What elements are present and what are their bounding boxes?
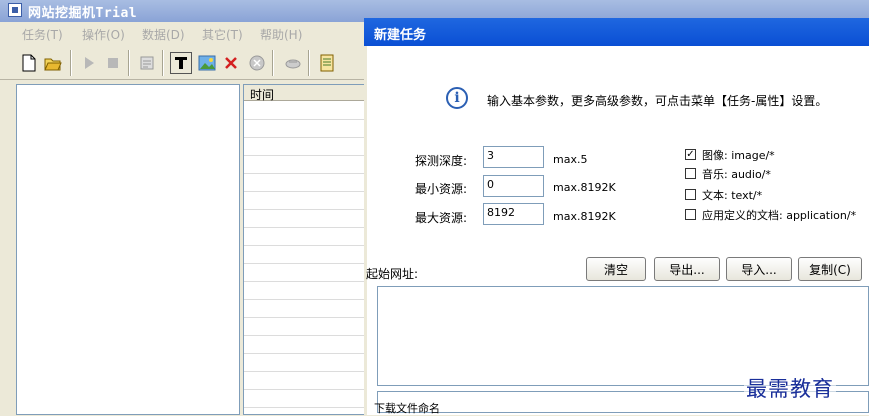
play-icon[interactable] <box>78 52 100 74</box>
info-text: 输入基本参数，更多高级参数，可点击菜单【任务-属性】设置。 <box>487 94 828 108</box>
depth-label: 探测深度: <box>415 154 468 168</box>
capture-icon[interactable] <box>170 52 192 74</box>
new-file-icon[interactable] <box>18 52 40 74</box>
toolbar-separator <box>70 50 72 76</box>
list-row-line <box>244 281 372 282</box>
toolbar-separator <box>128 50 130 76</box>
list-row-line <box>244 119 372 120</box>
list-column-header[interactable]: 时间 <box>244 85 372 102</box>
list-row-line <box>244 353 372 354</box>
disconnect-icon[interactable] <box>282 52 304 74</box>
min-resource-max-label: max.8192K <box>553 181 616 194</box>
url-list-textarea[interactable] <box>377 286 869 386</box>
open-folder-icon[interactable] <box>42 52 64 74</box>
list-row-line <box>244 227 372 228</box>
max-resource-input[interactable]: 8192 <box>483 203 544 225</box>
toolbar-separator <box>308 50 310 76</box>
export-button[interactable]: 导出... <box>654 257 720 281</box>
task-tree-pane[interactable] <box>16 84 240 415</box>
new-task-dialog: 新建任务 i 输入基本参数，更多高级参数，可点击菜单【任务-属性】设置。 探测深… <box>364 18 869 415</box>
toolbar-separator <box>272 50 274 76</box>
type-image-checkbox[interactable]: ✓ <box>685 149 696 160</box>
dialog-title-bar[interactable]: 新建任务 <box>364 18 869 46</box>
properties-icon[interactable] <box>136 52 158 74</box>
stop-icon[interactable] <box>102 52 124 74</box>
type-image-label: 图像: image/* <box>702 149 775 162</box>
main-window-title: 网站挖掘机Trial <box>28 6 138 21</box>
dialog-title: 新建任务 <box>374 28 427 43</box>
type-text-label: 文本: text/* <box>702 189 763 202</box>
database-icon[interactable] <box>316 52 338 74</box>
list-row-line <box>244 317 372 318</box>
max-resource-label: 最大资源: <box>415 211 468 225</box>
copy-button[interactable]: 复制(C) <box>798 257 862 281</box>
depth-input[interactable]: 3 <box>483 146 544 168</box>
type-audio-checkbox[interactable] <box>685 168 696 179</box>
list-row-line <box>244 299 372 300</box>
info-icon: i <box>446 87 468 109</box>
app-icon <box>8 3 22 17</box>
delete-icon[interactable] <box>220 52 242 74</box>
list-row-line <box>244 191 372 192</box>
type-application-label: 应用定义的文档: application/* <box>702 209 857 222</box>
clear-button[interactable]: 清空 <box>586 257 646 281</box>
min-resource-label: 最小资源: <box>415 182 468 196</box>
list-row-line <box>244 245 372 246</box>
menu-other[interactable]: 其它(T) <box>202 26 243 43</box>
download-naming-group-label: 下载文件命名 <box>374 402 440 415</box>
list-row-line <box>244 155 372 156</box>
list-row-line <box>244 407 372 408</box>
depth-max-label: max.5 <box>553 153 588 166</box>
import-button[interactable]: 导入... <box>726 257 792 281</box>
list-row-line <box>244 173 372 174</box>
list-row-line <box>244 335 372 336</box>
menu-operation[interactable]: 操作(O) <box>82 26 125 43</box>
menu-data[interactable]: 数据(D) <box>142 26 185 43</box>
toolbar-separator <box>162 50 164 76</box>
list-row-line <box>244 209 372 210</box>
type-application-checkbox[interactable] <box>685 209 696 220</box>
type-text-checkbox[interactable] <box>685 189 696 200</box>
close-circle-icon[interactable] <box>246 52 268 74</box>
dialog-body: i 输入基本参数，更多高级参数，可点击菜单【任务-属性】设置。 探测深度: 3 … <box>366 46 869 415</box>
start-url-label: 起始网址: <box>366 267 419 281</box>
menu-help[interactable]: 帮助(H) <box>260 26 302 43</box>
list-row-line <box>244 137 372 138</box>
list-row-line <box>244 389 372 390</box>
min-resource-input[interactable]: 0 <box>483 175 544 197</box>
list-row-line <box>244 371 372 372</box>
watermark: 最需教育 <box>744 373 836 403</box>
list-row-line <box>244 263 372 264</box>
menu-task[interactable]: 任务(T) <box>22 26 63 43</box>
type-audio-label: 音乐: audio/* <box>702 168 771 181</box>
task-list-pane[interactable]: 时间 <box>243 84 373 415</box>
column-time-label: 时间 <box>250 88 275 102</box>
image-icon[interactable] <box>196 52 218 74</box>
max-resource-max-label: max.8192K <box>553 210 616 223</box>
